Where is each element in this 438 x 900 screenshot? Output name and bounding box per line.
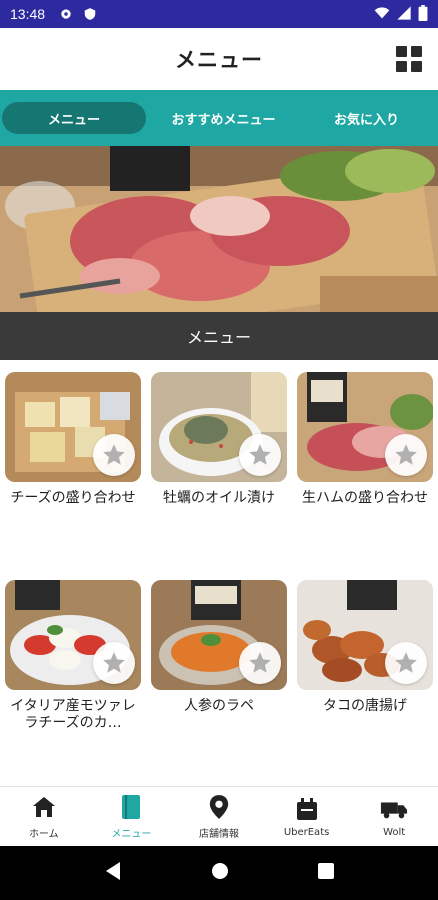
book-icon bbox=[117, 793, 145, 821]
wifi-icon bbox=[374, 5, 390, 25]
menu-card[interactable]: 人参のラペ bbox=[151, 580, 287, 715]
grid-view-button[interactable] bbox=[396, 46, 422, 72]
favorite-star-button[interactable] bbox=[239, 642, 281, 684]
star-icon bbox=[247, 442, 273, 468]
menu-card[interactable]: 生ハムの盛り合わせ bbox=[297, 372, 433, 507]
grid-icon-cell bbox=[411, 46, 422, 57]
menu-item-name: 牡蠣のオイル漬け bbox=[163, 490, 275, 506]
favorite-star-button[interactable] bbox=[385, 434, 427, 476]
location-pin-icon bbox=[205, 793, 233, 821]
tab-recommended[interactable]: おすすめメニュー bbox=[152, 102, 295, 134]
nav-label: UberEats bbox=[283, 827, 330, 838]
favorite-star-button[interactable] bbox=[93, 434, 135, 476]
section-title: メニュー bbox=[186, 328, 251, 347]
tab-menu[interactable]: メニュー bbox=[2, 102, 146, 134]
home-icon bbox=[30, 793, 58, 821]
status-bar: 13:48 bbox=[0, 0, 438, 28]
menu-item-image bbox=[5, 372, 141, 482]
signal-icon bbox=[396, 5, 412, 25]
tab-bar: メニュー おすすめメニュー お気に入り bbox=[0, 90, 438, 146]
menu-card[interactable]: イタリア産モツァレラチーズのカ… bbox=[5, 580, 141, 732]
app-header: メニュー bbox=[0, 28, 438, 90]
star-icon bbox=[393, 650, 419, 676]
recents-icon[interactable] bbox=[317, 863, 334, 883]
menu-item-name: チーズの盛り合わせ bbox=[10, 490, 136, 506]
tab-favorites[interactable]: お気に入り bbox=[295, 102, 438, 134]
star-icon bbox=[101, 650, 127, 676]
back-icon[interactable] bbox=[104, 861, 122, 885]
star-icon bbox=[393, 442, 419, 468]
star-icon bbox=[247, 650, 273, 676]
menu-item-name: 人参のラペ bbox=[184, 698, 254, 714]
menu-item-name: タコの唐揚げ bbox=[323, 698, 407, 714]
nav-label: 店舗情報 bbox=[198, 829, 239, 840]
menu-item-name: イタリア産モツァレラチーズのカ… bbox=[10, 698, 136, 731]
favorite-star-button[interactable] bbox=[385, 642, 427, 684]
menu-item-image bbox=[5, 580, 141, 690]
menu-card[interactable]: 牡蠣のオイル漬け bbox=[151, 372, 287, 507]
nav-label: ホーム bbox=[28, 829, 59, 840]
home-circle-icon[interactable] bbox=[211, 862, 229, 884]
bottom-navigation: ホーム メニュー 店舗情報 UberEats Wolt bbox=[0, 786, 438, 846]
settings-gear-icon bbox=[57, 5, 75, 23]
nav-menu[interactable]: メニュー bbox=[88, 787, 176, 846]
system-navigation-bar bbox=[0, 846, 438, 900]
grid-icon-cell bbox=[411, 61, 422, 72]
delivery-truck-icon bbox=[380, 795, 408, 823]
page-title: メニュー bbox=[175, 48, 263, 72]
nav-label: メニュー bbox=[111, 829, 152, 840]
favorite-star-button[interactable] bbox=[93, 642, 135, 684]
shield-icon bbox=[81, 5, 99, 23]
status-time: 13:48 bbox=[10, 6, 46, 22]
grid-icon-cell bbox=[396, 61, 407, 72]
section-title-bar: メニュー bbox=[0, 312, 438, 360]
menu-item-name: 生ハムの盛り合わせ bbox=[302, 490, 428, 506]
delivery-bag-icon bbox=[293, 795, 321, 823]
menu-card[interactable]: タコの唐揚げ bbox=[297, 580, 433, 715]
favorite-star-button[interactable] bbox=[239, 434, 281, 476]
menu-card[interactable]: チーズの盛り合わせ bbox=[5, 372, 141, 507]
menu-item-image bbox=[297, 372, 433, 482]
menu-item-image bbox=[151, 372, 287, 482]
menu-item-image bbox=[297, 580, 433, 690]
grid-icon-cell bbox=[396, 46, 407, 57]
nav-label: Wolt bbox=[383, 827, 406, 838]
nav-ubereats[interactable]: UberEats bbox=[263, 787, 351, 846]
nav-home[interactable]: ホーム bbox=[0, 787, 88, 846]
nav-wolt[interactable]: Wolt bbox=[350, 787, 438, 846]
nav-store-info[interactable]: 店舗情報 bbox=[175, 787, 263, 846]
hero-image bbox=[0, 146, 438, 312]
menu-item-image bbox=[151, 580, 287, 690]
star-icon bbox=[101, 442, 127, 468]
battery-icon bbox=[418, 5, 428, 25]
